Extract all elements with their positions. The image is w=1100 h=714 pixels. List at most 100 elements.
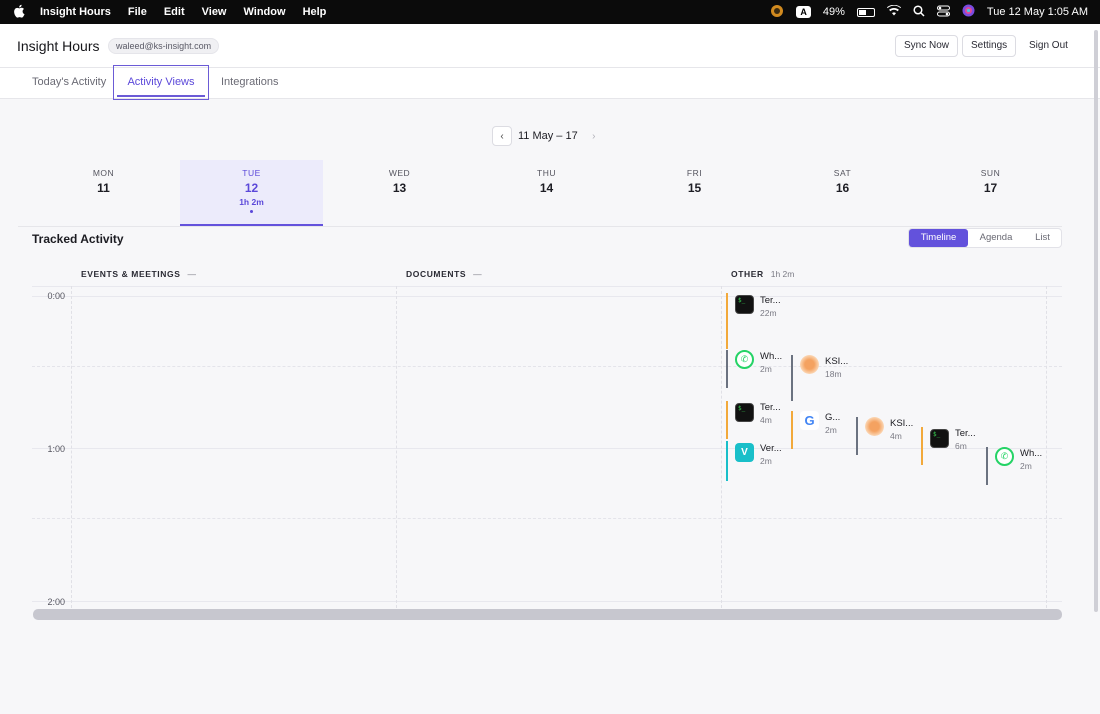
- menu-view[interactable]: View: [202, 6, 227, 18]
- event-name: Wh...: [760, 351, 783, 362]
- agenda-view-button[interactable]: Agenda: [968, 229, 1024, 247]
- grid-line: [32, 366, 1062, 367]
- event-name: KSI...: [825, 356, 849, 367]
- day-number: 11: [97, 181, 110, 195]
- day-number: 15: [687, 181, 702, 195]
- status-app-icon[interactable]: [770, 4, 784, 21]
- vercel-icon: V: [735, 443, 754, 462]
- grid-line: [32, 296, 1062, 297]
- column-divider: [71, 286, 72, 608]
- settings-button[interactable]: Settings: [962, 35, 1017, 57]
- ksi-icon: [800, 355, 819, 374]
- previous-week-button[interactable]: ‹: [492, 126, 512, 146]
- day-of-week: SAT: [833, 168, 852, 178]
- column-total: —: [187, 269, 196, 279]
- wifi-icon[interactable]: [886, 4, 901, 19]
- terminal-icon: [930, 429, 949, 448]
- event-name: Ver...: [760, 443, 782, 454]
- event-name: G...: [825, 412, 841, 423]
- column-label: OTHER: [731, 269, 764, 279]
- time-label: 2:00: [47, 597, 65, 607]
- control-center-icon[interactable]: [936, 5, 950, 20]
- event-duration: 22m: [760, 308, 777, 318]
- apple-menu-icon[interactable]: [13, 4, 27, 21]
- date-range-label: 11 May – 17: [518, 130, 578, 142]
- column-label: EVENTS & MEETINGS: [81, 269, 181, 279]
- siri-icon[interactable]: [962, 4, 975, 20]
- day-of-week: MON: [92, 168, 115, 178]
- list-view-button[interactable]: List: [1024, 229, 1061, 247]
- next-week-button[interactable]: ›: [584, 126, 604, 146]
- event-color-bar: [791, 355, 793, 401]
- google-icon: G: [800, 411, 819, 430]
- event-name: Ter...: [760, 402, 781, 413]
- menubar-clock[interactable]: Tue 12 May 1:05 AM: [987, 6, 1088, 18]
- day-of-week: SUN: [980, 168, 1001, 178]
- grid-line: [32, 518, 1062, 519]
- event-duration: 18m: [825, 369, 842, 379]
- tab-activity-views[interactable]: Activity Views: [113, 65, 209, 100]
- column-header-other: OTHER 1h 2m: [731, 269, 794, 279]
- timeline-grid[interactable]: [32, 286, 1062, 608]
- event-name: Ter...: [760, 295, 781, 306]
- sign-out-button[interactable]: Sign Out: [1020, 35, 1077, 57]
- day-tue[interactable]: TUE 12 1h 2m: [180, 160, 323, 226]
- day-number: 14: [539, 181, 554, 195]
- column-total: —: [473, 269, 482, 279]
- battery-percent: 49%: [822, 6, 845, 18]
- column-label: DOCUMENTS: [406, 269, 467, 279]
- event-duration: 2m: [825, 425, 837, 435]
- whatsapp-icon: [735, 350, 754, 369]
- tracked-activity-title: Tracked Activity: [32, 232, 124, 246]
- vertical-scrollbar[interactable]: [1094, 30, 1098, 612]
- event-duration: 2m: [1020, 461, 1032, 471]
- event-color-bar: [921, 427, 923, 465]
- user-email-badge: waleed@ks-insight.com: [108, 38, 220, 54]
- day-sat[interactable]: SAT 16: [771, 160, 914, 226]
- day-mon[interactable]: MON 11: [32, 160, 175, 226]
- event-duration: 2m: [760, 456, 772, 466]
- day-of-week: TUE: [242, 168, 261, 178]
- day-number: 16: [835, 181, 850, 195]
- menu-file[interactable]: File: [128, 6, 147, 18]
- menu-edit[interactable]: Edit: [164, 6, 185, 18]
- column-header-documents: DOCUMENTS —: [406, 269, 482, 279]
- event-color-bar: [791, 411, 793, 449]
- day-thu[interactable]: THU 14: [475, 160, 618, 226]
- day-of-week: FRI: [686, 168, 703, 178]
- ksi-icon: [865, 417, 884, 436]
- day-of-week: WED: [388, 168, 411, 178]
- event-color-bar: [986, 447, 988, 485]
- activity-dot-icon: [250, 210, 253, 213]
- tab-todays-activity[interactable]: Today's Activity: [32, 68, 106, 99]
- day-number: 13: [392, 181, 407, 195]
- battery-icon[interactable]: [856, 7, 875, 17]
- tab-integrations[interactable]: Integrations: [221, 68, 278, 99]
- menu-window[interactable]: Window: [244, 6, 286, 18]
- whatsapp-icon: [995, 447, 1014, 466]
- app-menu[interactable]: Insight Hours: [40, 6, 111, 18]
- week-strip: MON 11 TUE 12 1h 2m WED 13 THU 14 FRI 15…: [32, 160, 1062, 226]
- event-color-bar: [856, 417, 858, 455]
- event-color-bar: [726, 293, 728, 349]
- day-fri[interactable]: FRI 15: [623, 160, 766, 226]
- day-sun[interactable]: SUN 17: [919, 160, 1062, 226]
- spotlight-search-icon[interactable]: [913, 4, 925, 20]
- main-tabs: Today's Activity Activity Views Integrat…: [0, 65, 1100, 100]
- day-of-week: THU: [537, 168, 556, 178]
- day-wed[interactable]: WED 13: [328, 160, 471, 226]
- terminal-icon: [735, 295, 754, 314]
- app-header: Insight Hours waleed@ks-insight.com Sync…: [0, 24, 1100, 68]
- day-number: 12: [244, 181, 259, 195]
- event-color-bar: [726, 401, 728, 439]
- event-duration: 4m: [890, 431, 902, 441]
- sync-now-button[interactable]: Sync Now: [895, 35, 959, 57]
- view-mode-toggle: Timeline Agenda List: [908, 228, 1062, 248]
- timeline-view-button[interactable]: Timeline: [909, 229, 968, 247]
- input-source-badge[interactable]: A: [796, 6, 811, 18]
- menu-help[interactable]: Help: [303, 6, 327, 18]
- horizontal-scrollbar[interactable]: [33, 609, 1062, 620]
- column-divider: [721, 286, 722, 608]
- grid-line: [32, 601, 1062, 602]
- event-duration: 4m: [760, 415, 772, 425]
